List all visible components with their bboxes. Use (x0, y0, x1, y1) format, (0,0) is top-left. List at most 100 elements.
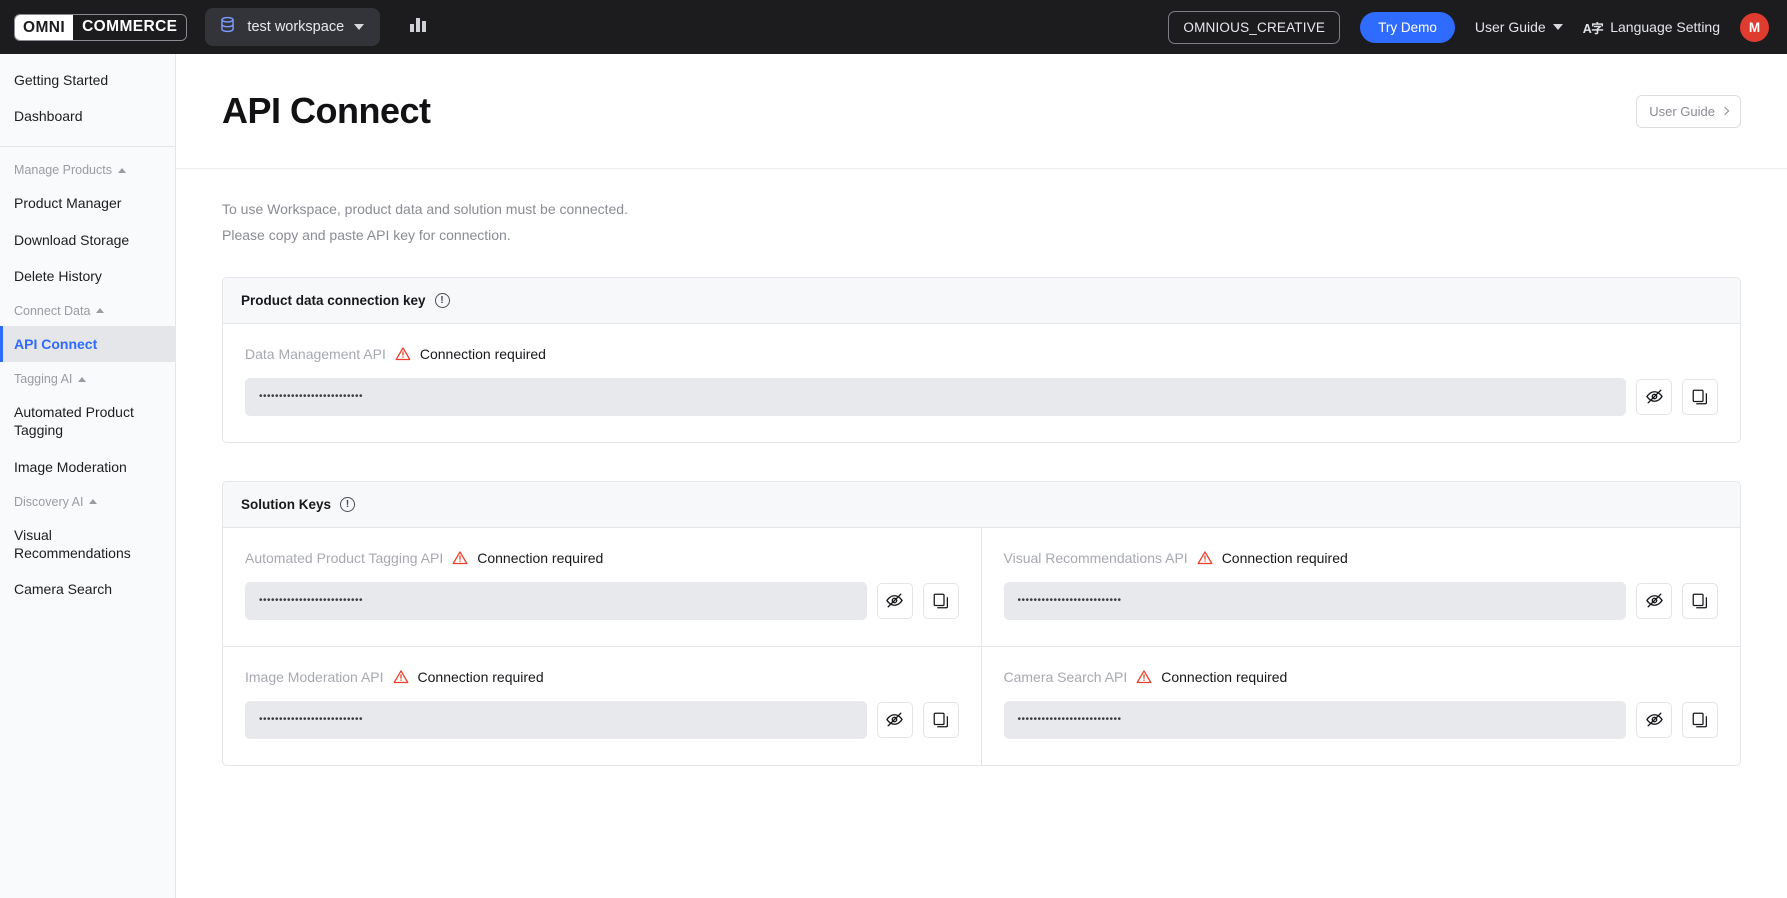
intro-line-1: To use Workspace, product data and solut… (222, 201, 628, 217)
key-row-visual-recommendations-api: Visual Recommendations API Connection re… (981, 528, 1740, 647)
product-data-connection-key-card: Product data connection key ! Data Manag… (222, 276, 1741, 443)
header-actions: OMNIOUS_CREATIVE Try Demo User Guide A字 … (1168, 10, 1769, 44)
sidebar-item-camera-search[interactable]: Camera Search (0, 571, 175, 607)
copy-icon[interactable] (1682, 378, 1718, 415)
warning-triangle-icon (395, 346, 411, 361)
chevron-down-icon (354, 24, 365, 30)
user-guide-menu[interactable]: User Guide (1475, 19, 1563, 35)
sidebar-item-image-moderation[interactable]: Image Moderation (0, 449, 175, 485)
key-label-row: Camera Search API Connection required (1004, 669, 1719, 685)
sidebar-item-dashboard[interactable]: Dashboard (0, 98, 175, 134)
eye-off-icon[interactable] (876, 582, 913, 619)
key-label: Camera Search API (1003, 668, 1128, 685)
status-badge: Connection required (1161, 668, 1288, 685)
sidebar-item-download-storage[interactable]: Download Storage (0, 222, 175, 258)
card-title: Solution Keys (241, 496, 332, 512)
key-input-row: •••••••••••••••••••••••••• (1003, 581, 1718, 620)
user-guide-menu-label: User Guide (1474, 19, 1546, 35)
api-key-input[interactable]: •••••••••••••••••••••••••• (245, 700, 867, 739)
avatar[interactable]: M (1740, 12, 1769, 42)
warning-triangle-icon (393, 669, 409, 684)
logo-text-commerce: COMMERCE (73, 14, 187, 40)
key-input-row: •••••••••••••••••••••••••• (245, 377, 1718, 416)
key-label-row: Automated Product Tagging API Connection… (245, 550, 959, 566)
chevron-up-icon (117, 167, 126, 173)
key-input-row: •••••••••••••••••••••••••• (245, 700, 959, 739)
translate-icon: A字 (1582, 21, 1604, 36)
sidebar-item-delete-history[interactable]: Delete History (0, 258, 175, 294)
warning-triangle-icon (452, 550, 468, 565)
try-demo-button[interactable]: Try Demo (1360, 11, 1455, 43)
intro-text-block: To use Workspace, product data and solut… (176, 169, 1787, 249)
api-key-input[interactable]: •••••••••••••••••••••••••• (245, 581, 867, 620)
status-badge: Connection required (1221, 549, 1348, 566)
key-label: Data Management API (245, 345, 386, 362)
sidebar-section-label: Connect Data (14, 303, 91, 318)
sidebar-section-label: Discovery AI (14, 494, 84, 509)
top-header-bar: OMNI COMMERCE test workspace OMNIOUS_CRE… (0, 0, 1787, 54)
eye-off-icon[interactable] (1636, 701, 1672, 738)
info-circle-icon[interactable]: ! (434, 292, 450, 308)
organization-pill[interactable]: OMNIOUS_CREATIVE (1168, 10, 1341, 44)
sidebar-section-tagging-ai[interactable]: Tagging AI (0, 362, 175, 394)
sidebar-item-automated-product-tagging[interactable]: Automated Product Tagging (0, 394, 175, 448)
sidebar-item-product-manager[interactable]: Product Manager (0, 185, 175, 221)
copy-icon[interactable] (922, 582, 959, 619)
sidebar-section-label: Tagging AI (14, 372, 73, 387)
intro-line-2: Please copy and paste API key for connec… (222, 226, 511, 243)
api-key-input[interactable]: •••••••••••••••••••••••••• (245, 377, 1626, 416)
sidebar-navigation: Getting Started Dashboard Manage Product… (0, 54, 176, 898)
bar-chart-icon[interactable] (406, 17, 430, 36)
sidebar-item-api-connect[interactable]: API Connect (0, 325, 175, 363)
main-content: API Connect User Guide To use Workspace,… (176, 54, 1787, 898)
sidebar-section-manage-products[interactable]: Manage Products (0, 153, 175, 185)
status-badge: Connection required (419, 345, 546, 362)
copy-icon[interactable] (922, 701, 959, 738)
workspace-selector[interactable]: test workspace (205, 8, 381, 46)
brand-logo[interactable]: OMNI COMMERCE (14, 13, 188, 41)
chevron-up-icon (89, 499, 98, 505)
sidebar-section-connect-data[interactable]: Connect Data (0, 294, 175, 326)
sidebar-divider (0, 146, 175, 148)
key-row-image-moderation-api: Image Moderation API Connection required… (223, 646, 982, 765)
chevron-up-icon (78, 376, 87, 382)
solution-keys-grid: Automated Product Tagging API Connection… (223, 527, 1741, 765)
database-icon (218, 15, 237, 39)
chevron-down-icon (1552, 24, 1563, 30)
key-input-row: •••••••••••••••••••••••••• (245, 581, 959, 620)
card-header: Product data connection key ! (223, 277, 1740, 324)
user-guide-button[interactable]: User Guide (1636, 94, 1741, 128)
card-header: Solution Keys ! (223, 481, 1740, 528)
sidebar-item-getting-started[interactable]: Getting Started (0, 62, 175, 98)
warning-triangle-icon (1197, 550, 1213, 565)
key-label-row: Image Moderation API Connection required (245, 669, 959, 685)
key-row-camera-search-api: Camera Search API Connection required ••… (982, 647, 1741, 765)
api-key-input[interactable]: •••••••••••••••••••••••••• (1003, 581, 1626, 620)
chevron-up-icon (96, 308, 105, 314)
key-label-row: Visual Recommendations API Connection re… (1004, 550, 1719, 566)
workspace-name: test workspace (247, 19, 345, 35)
sidebar-section-discovery-ai[interactable]: Discovery AI (0, 485, 175, 517)
eye-off-icon[interactable] (1636, 582, 1672, 619)
info-circle-icon[interactable]: ! (340, 496, 356, 512)
key-label: Visual Recommendations API (1003, 549, 1188, 566)
key-label-row: Data Management API Connection required (245, 346, 1718, 362)
key-label: Image Moderation API (245, 668, 384, 685)
copy-icon[interactable] (1682, 582, 1718, 619)
api-key-input[interactable]: •••••••••••••••••••••••••• (1003, 700, 1626, 739)
sidebar-item-visual-recommendations[interactable]: Visual Recommendations (0, 517, 175, 571)
card-title: Product data connection key (241, 292, 426, 308)
warning-triangle-icon (1136, 669, 1152, 684)
status-badge: Connection required (477, 549, 604, 566)
user-guide-button-label: User Guide (1649, 103, 1715, 119)
page-title: API Connect (222, 90, 431, 131)
language-setting-button[interactable]: A字 Language Setting (1583, 18, 1720, 37)
logo-text-omni: OMNI (15, 14, 74, 40)
copy-icon[interactable] (1682, 701, 1718, 738)
key-label: Automated Product Tagging API (245, 549, 444, 566)
eye-off-icon[interactable] (1636, 378, 1672, 415)
key-input-row: •••••••••••••••••••••••••• (1003, 700, 1718, 739)
status-badge: Connection required (417, 668, 544, 685)
eye-off-icon[interactable] (876, 701, 913, 738)
solution-keys-card: Solution Keys ! Automated Product Taggin… (222, 480, 1741, 766)
